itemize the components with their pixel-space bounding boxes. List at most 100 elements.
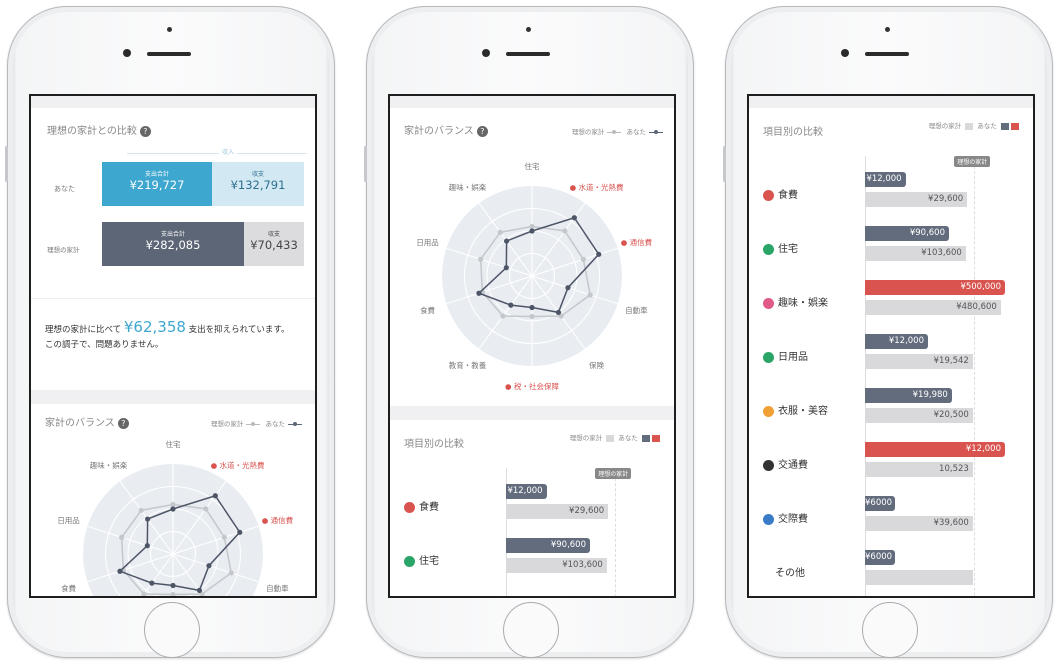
you-expense-bar: 支出合計 ¥219,727 (102, 162, 212, 206)
home-button[interactable] (862, 602, 918, 658)
you-point (117, 568, 123, 574)
you-expense-value: ¥219,727 (129, 178, 185, 192)
sensor (167, 27, 172, 32)
you-point (508, 302, 514, 308)
radar-axis-label: ● 税・社会保障 (505, 381, 559, 391)
ideal-bar: ¥19,542 (865, 354, 973, 369)
ideal-row-label: 理想の家計 (47, 246, 80, 254)
you-point (206, 563, 212, 569)
radar-axis-label: ● 通信費 (262, 515, 294, 525)
sensor (526, 27, 531, 32)
bar-legend: 理想の家計 あなた (929, 120, 1019, 130)
income-label: 収入 (219, 147, 238, 156)
radar-axis-label: 住宅 (166, 439, 181, 449)
you-bar: ¥6000 (865, 496, 895, 511)
ideal-point (170, 591, 176, 596)
category-icon (763, 297, 774, 309)
category-label: その他 (775, 568, 805, 579)
section-title: 理想の家計との比較 (47, 126, 137, 137)
item-compare-section: 項目別の比較 理想の家計 あなた 理想の家計 食費 ¥12,000 ¥29,600 住宅 ¥… (390, 420, 674, 596)
category-label: 交際費 (763, 510, 808, 525)
you-point (170, 506, 176, 512)
front-camera (123, 49, 131, 57)
category-label: 食費 (404, 498, 439, 513)
ideal-bar: 10,523 (865, 462, 973, 477)
you-bar: ¥90,600 (506, 538, 590, 553)
you-bar: ¥12,000 (865, 442, 1005, 457)
ideal-point (529, 223, 535, 230)
you-point (565, 285, 571, 291)
you-point (196, 587, 203, 594)
radar-chart: 住宅● 水道・光熱費● 通信費自動車保険● 税・社会保障教育・教養食費日用品趣味… (57, 439, 294, 596)
ideal-tag: 理想の家計 (595, 468, 632, 479)
you-point (144, 543, 150, 549)
ideal-point (119, 534, 125, 540)
ideal-compare-section: 理想の家計との比較? 収入 あなた 支出合計 ¥219,727 収支 ¥132,… (31, 108, 315, 300)
ideal-bar: ¥103,600 (865, 246, 966, 261)
you-point (170, 582, 176, 589)
section-title: 項目別の比較 (763, 127, 823, 138)
radar-axis-label: 住宅 (525, 161, 540, 171)
ideal-bar: ¥29,600 (506, 504, 609, 519)
you-bar: ¥500,000 (865, 280, 1005, 295)
radar-axis-label: 食費 (420, 305, 435, 315)
phone-frame-2: 家計のバランス? 理想の家計 あなた 住宅 ● 水道・光熱費 ● 通信費 自動車 保険 ●… (364, 6, 694, 658)
you-balance-value: ¥132,791 (230, 178, 286, 192)
balance-section: 家計のバランス? 理想の家計 あなた 住宅● 水道・光熱費● 通信費自動車保険●… (390, 108, 674, 406)
item-compare-section: 項目別の比較 理想の家計 あなた 理想の家計食費 ¥12,000 ¥29,600 住宅 ¥… (749, 108, 1033, 596)
ideal-tag: 理想の家計 (954, 156, 991, 167)
you-point (596, 251, 602, 257)
home-button[interactable] (503, 602, 559, 658)
radar-axis-label: 趣味・娯楽 (90, 460, 128, 470)
ideal-point (228, 570, 234, 576)
ideal-point (497, 229, 503, 235)
bar-axis (865, 156, 866, 596)
ideal-point (478, 256, 484, 262)
radar-axis-label: 自動車 (266, 583, 289, 593)
help-icon[interactable]: ? (139, 125, 151, 137)
ideal-point (170, 501, 176, 508)
ideal-balance-value: ¥70,433 (250, 238, 298, 252)
category-label: 住宅 (763, 240, 798, 255)
screen-2: 家計のバランス? 理想の家計 あなた 住宅 ● 水道・光熱費 ● 通信費 自動車 保険 ●… (388, 94, 676, 598)
ideal-bar: ¥29,600 (865, 192, 968, 207)
radar-chart: 住宅● 水道・光熱費● 通信費自動車保険● 税・社会保障教育・教養食費日用品趣味… (416, 161, 653, 391)
category-label: 日用品 (763, 348, 808, 363)
ideal-point (203, 506, 209, 512)
speaker (147, 52, 191, 56)
radar-axis-label: ● 通信費 (621, 237, 653, 247)
bar-legend: 理想の家計 あなた (570, 432, 660, 442)
you-point (529, 304, 535, 311)
ideal-point (587, 292, 593, 298)
radar-axis-label: 教育・教養 (449, 360, 487, 370)
ideal-bar: ¥103,600 (506, 558, 607, 573)
ideal-expense-value: ¥282,085 (145, 238, 201, 252)
ideal-point (500, 313, 506, 319)
speaker (506, 52, 550, 56)
you-row-label: あなた (54, 185, 75, 193)
ideal-bar: ¥20,500 (865, 408, 973, 423)
you-bar: ¥6000 (865, 550, 895, 565)
section-title: 項目別の比較 (404, 439, 464, 450)
radar-axis-label: 食費 (61, 583, 76, 593)
radar-axis-label: 自動車 (625, 305, 648, 315)
screen-1: 理想の家計との比較? 収入 あなた 支出合計 ¥219,727 収支 ¥132,… (29, 94, 317, 598)
category-icon (763, 243, 774, 255)
radar-axis-label: 保険 (589, 361, 604, 370)
category-label: 食費 (763, 186, 798, 201)
screen-3: 項目別の比較 理想の家計 あなた 理想の家計食費 ¥12,000 ¥29,600 住宅 ¥… (747, 94, 1035, 598)
category-icon (763, 189, 774, 201)
you-point (237, 529, 243, 535)
category-icon (763, 351, 774, 363)
you-bar: ¥90,600 (865, 226, 949, 241)
home-button[interactable] (144, 602, 200, 658)
radar-axis-label: ● 水道・光熱費 (570, 182, 624, 192)
ideal-point (141, 591, 147, 596)
category-label: 交通費 (763, 456, 808, 471)
category-icon (763, 405, 774, 417)
you-bar: ¥12,000 (865, 334, 928, 349)
radar-axis-label: 趣味・娯楽 (449, 182, 487, 192)
you-point (476, 290, 482, 296)
sensor (885, 27, 890, 32)
category-icon (404, 501, 415, 513)
